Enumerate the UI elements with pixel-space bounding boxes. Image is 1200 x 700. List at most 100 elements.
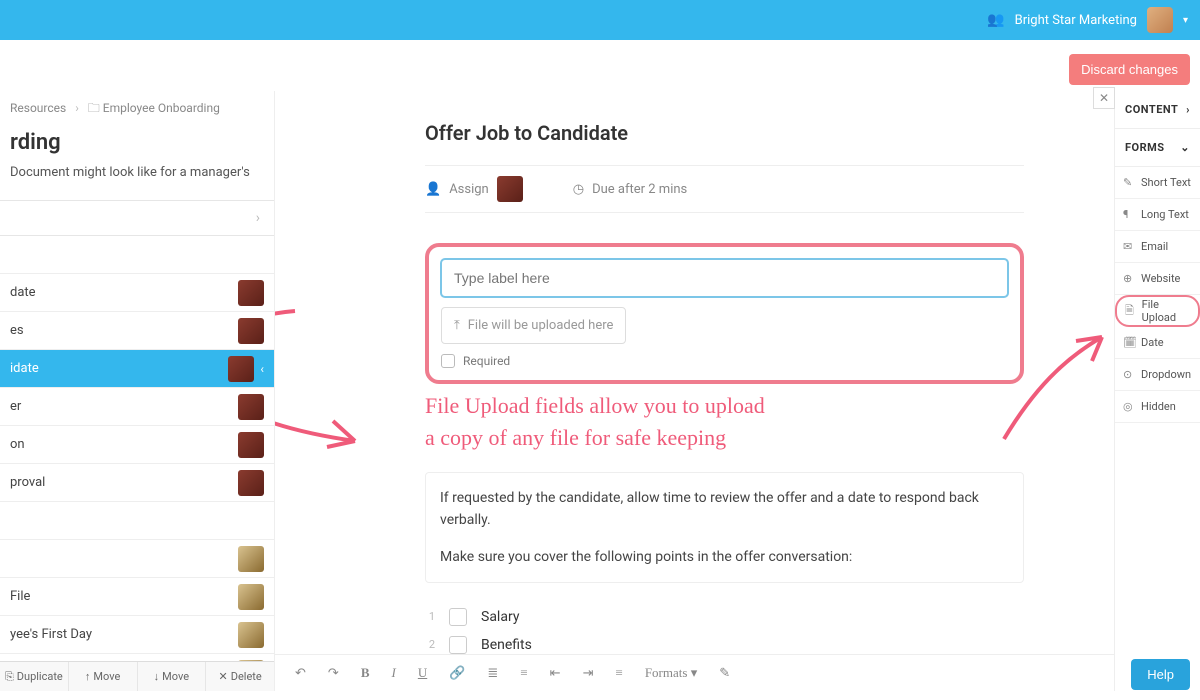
form-widget-list: ✎Short Text¶Long Text ✉ Email ⊕Website 🗎 File… [1115, 167, 1200, 423]
breadcrumb-item[interactable]: Resources [10, 101, 66, 115]
delete-button[interactable]: ✕Delete [206, 662, 274, 691]
task-item[interactable]: File [0, 578, 274, 616]
task-item[interactable]: proval [0, 464, 274, 502]
italic-button[interactable]: I [387, 663, 399, 683]
due-control[interactable]: ◷ Due after 2 mins [573, 182, 688, 197]
bold-button[interactable]: B [357, 663, 374, 683]
task-label: es [10, 323, 24, 338]
task-meta: 👤 Assign ◷ Due after 2 mins [425, 165, 1024, 213]
assign-control[interactable]: 👤 Assign [425, 176, 523, 202]
underline-button[interactable]: U [414, 663, 431, 683]
task-toolbar: ⎘Duplicate ↑Move ↓Move ✕Delete [0, 661, 274, 691]
checkbox-icon[interactable] [449, 608, 467, 626]
form-widget-short-text[interactable]: ✎Short Text [1115, 167, 1200, 199]
task-item[interactable]: es [0, 312, 274, 350]
subtask-item[interactable]: 1 Salary [425, 603, 1024, 631]
subtask-label: Salary [481, 609, 519, 625]
chevron-right-icon: › [1186, 103, 1190, 116]
widget-icon: ⊙ [1123, 368, 1135, 381]
assignee-avatar [238, 394, 264, 420]
task-item[interactable]: on [0, 426, 274, 464]
discard-button[interactable]: Discard changes [1069, 54, 1190, 85]
form-widget-long-text[interactable]: ¶Long Text [1115, 199, 1200, 231]
task-item[interactable] [0, 540, 274, 578]
widget-label: Dropdown [1141, 368, 1191, 381]
page-title[interactable]: Offer Job to Candidate [425, 121, 1024, 145]
forms-section-toggle[interactable]: FORMS ⌄ [1115, 129, 1200, 167]
task-item[interactable]: yee's First Day [0, 616, 274, 654]
link-button[interactable]: 🔗 [445, 663, 469, 683]
form-widget-date[interactable]: 🗓Date [1115, 327, 1200, 359]
task-list: date es idate ‹ er on proval File yee's First Da… [0, 236, 274, 691]
help-button[interactable]: Help [1131, 659, 1190, 690]
subtask-number: 1 [425, 610, 435, 623]
field-label-input[interactable] [441, 259, 1008, 297]
numbered-list-button[interactable]: ≡ [516, 663, 531, 683]
form-widget-dropdown[interactable]: ⊙ Dropdown [1115, 359, 1200, 391]
copy-icon: ⎘ [5, 670, 14, 684]
clock-icon: ◷ [573, 182, 584, 197]
task-label: File [10, 589, 30, 604]
task-item[interactable]: er [0, 388, 274, 426]
template-title: rding [0, 128, 274, 165]
task-group-toggle[interactable]: › [0, 200, 274, 236]
chevron-left-icon: ‹ [260, 362, 264, 376]
widget-label: Short Text [1141, 176, 1191, 189]
subtask-label: Benefits [481, 637, 532, 653]
form-widget-website[interactable]: ⊕Website [1115, 263, 1200, 295]
widget-icon: ✉ [1123, 240, 1135, 253]
align-button[interactable]: ≡ [611, 663, 626, 683]
form-widget-email[interactable]: ✉ Email [1115, 231, 1200, 263]
task-item[interactable]: date [0, 274, 274, 312]
form-widget-file-upload[interactable]: 🗎 File Upload [1115, 295, 1200, 327]
content-section-toggle[interactable]: CONTENT › [1115, 91, 1200, 129]
close-panel-button[interactable]: ✕ [1093, 87, 1115, 109]
edit-button[interactable]: ✎ [715, 663, 734, 683]
annotation-text: File Upload fields allow you to upload a… [425, 390, 1024, 454]
widget-label: Long Text [1141, 208, 1189, 221]
widget-icon: 🗎 [1125, 302, 1136, 321]
outdent-button[interactable]: ⇤ [546, 663, 565, 683]
duplicate-button[interactable]: ⎘Duplicate [0, 662, 69, 691]
form-widget-hidden[interactable]: ◎Hidden [1115, 391, 1200, 423]
upload-icon: ⤒ [454, 318, 460, 333]
arrow-down-icon: ↓ [154, 670, 160, 683]
checkbox-icon[interactable] [449, 636, 467, 654]
formats-dropdown[interactable]: Formats ▾ [641, 663, 701, 683]
chevron-right-icon: › [75, 101, 79, 115]
widget-label: Email [1141, 240, 1168, 253]
assignee-avatar [497, 176, 523, 202]
task-item[interactable] [0, 502, 274, 540]
required-toggle[interactable]: Required [441, 354, 1008, 368]
template-description: Document might look like for a manager's [0, 165, 274, 200]
move-up-button[interactable]: ↑Move [69, 662, 138, 691]
task-label: proval [10, 475, 45, 490]
task-item[interactable]: idate ‹ [0, 350, 274, 388]
bullet-list-button[interactable]: ≣ [483, 663, 502, 683]
task-item[interactable] [0, 236, 274, 274]
redo-button[interactable]: ↷ [324, 663, 343, 683]
content-editor: Offer Job to Candidate 👤 Assign ◷ Due af… [275, 91, 1114, 691]
task-label: idate [10, 361, 39, 376]
task-label: on [10, 437, 25, 452]
widget-label: Date [1141, 336, 1164, 349]
move-down-button[interactable]: ↓Move [138, 662, 207, 691]
company-name[interactable]: Bright Star Marketing [1015, 13, 1137, 28]
assignee-avatar [238, 470, 264, 496]
upload-placeholder[interactable]: ⤒ File will be uploaded here [441, 307, 626, 344]
file-upload-field-config[interactable]: ⤒ File will be uploaded here Required [425, 243, 1024, 384]
user-avatar[interactable] [1147, 7, 1173, 33]
indent-button[interactable]: ⇥ [579, 663, 598, 683]
undo-button[interactable]: ↶ [291, 663, 310, 683]
task-label: er [10, 399, 21, 414]
breadcrumb-item[interactable]: Employee Onboarding [103, 101, 220, 115]
folder-icon: 🗀 [88, 101, 100, 115]
assignee-avatar [238, 432, 264, 458]
task-label: yee's First Day [10, 627, 92, 642]
task-body[interactable]: If requested by the candidate, allow tim… [425, 472, 1024, 583]
subtask-number: 2 [425, 638, 435, 651]
action-row: Discard changes [0, 40, 1200, 91]
chevron-down-icon[interactable]: ▾ [1183, 15, 1188, 26]
arrow-up-icon: ↑ [85, 670, 91, 683]
widget-label: File Upload [1142, 298, 1190, 324]
